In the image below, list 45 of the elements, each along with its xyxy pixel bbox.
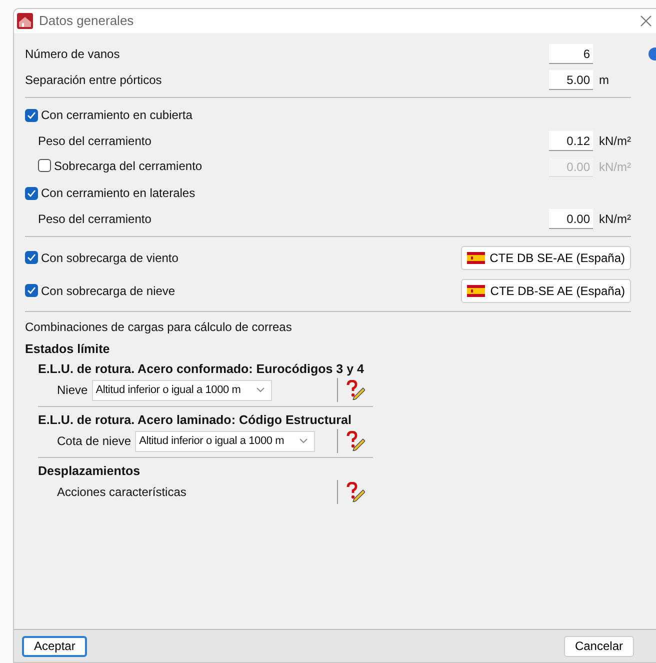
field-label: Peso del cerramiento [38, 211, 152, 228]
dropdown[interactable]: Altitud inferior o igual a 1000 m [92, 380, 272, 400]
unit-label: kN/m² [598, 159, 631, 175]
field-label: Separación entre pórticos [25, 72, 163, 89]
checkbox-label: Con cerramiento en cubierta [41, 107, 192, 124]
field-label: Cota de nieve [57, 433, 132, 450]
section-title: Combinaciones de cargas para cálculo de correas [25, 319, 292, 336]
number-field[interactable]: 6 [549, 44, 593, 64]
checkbox-label: Sobrecarga del cerramiento [54, 158, 202, 175]
section-heading: Estados límite [25, 340, 110, 358]
unit-label: kN/m² [598, 133, 631, 149]
window-title: Datos generales [39, 12, 134, 30]
unit-label: kN/m² [598, 211, 631, 227]
dropdown[interactable]: Altitud inferior o igual a 1000 m [135, 430, 316, 452]
checkbox[interactable] [25, 284, 38, 297]
checkbox[interactable] [25, 186, 38, 200]
close-icon[interactable] [640, 14, 652, 27]
cancel-button[interactable]: Cancelar [564, 636, 634, 656]
number-field[interactable]: 0.12 [549, 131, 593, 151]
checkbox-label: Con sobrecarga de viento [41, 250, 178, 266]
accept-button[interactable]: Aceptar [22, 636, 88, 656]
field-label: Peso del cerramiento [38, 133, 152, 150]
caret-icon[interactable] [299, 438, 308, 444]
spain-flag-icon [466, 252, 485, 264]
field-label: Acciones características [57, 484, 186, 501]
checkbox-label: Con sobrecarga de nieve [41, 282, 176, 300]
number-field[interactable]: 0.00 [549, 209, 593, 229]
help-edit-icon[interactable] [345, 431, 365, 451]
group-title: E.L.U. de rotura. Acero laminado: Código Estructural [38, 412, 352, 429]
unit-label: m [598, 72, 610, 88]
help-edit-icon[interactable] [345, 380, 365, 400]
group-title: Desplazamientos [38, 462, 140, 480]
checkbox[interactable] [25, 108, 38, 122]
checkbox-label: Con cerramiento en laterales [41, 185, 196, 202]
field-label: Nieve [57, 382, 88, 399]
checkbox[interactable] [25, 251, 38, 264]
caret-icon[interactable] [256, 387, 265, 393]
standard-button[interactable]: CTE DB SE-AE (España) [460, 246, 631, 270]
field-label: Número de vanos [25, 46, 121, 63]
spain-flag-icon [467, 284, 486, 296]
standard-button[interactable]: CTE DB-SE AE (España) [461, 278, 631, 302]
app-icon [17, 13, 33, 29]
group-title: E.L.U. de rotura. Acero conformado: Eurocódigos 3 y 4 [38, 360, 364, 378]
number-field[interactable]: 5.00 [549, 70, 593, 90]
help-edit-icon[interactable] [345, 482, 365, 502]
